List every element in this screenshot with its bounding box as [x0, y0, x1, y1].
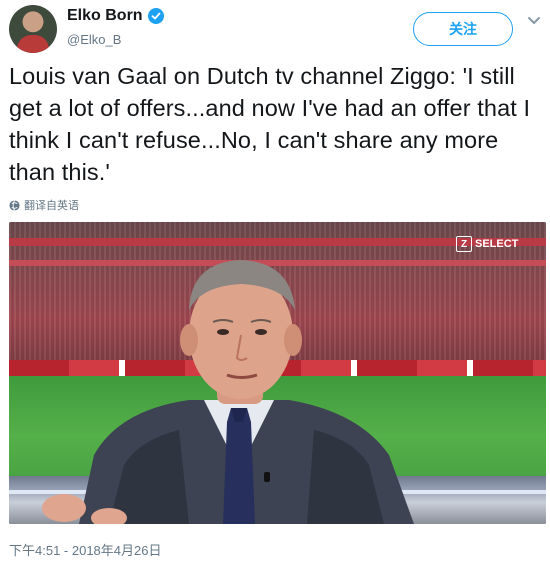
translate-link[interactable]: 翻译自英语: [9, 197, 79, 213]
presenter-figure: [42, 260, 414, 524]
channel-logo-text: SELECT: [475, 238, 519, 250]
author-name[interactable]: Elko Born: [67, 7, 164, 25]
channel-logo: Z SELECT: [456, 236, 518, 252]
tweet-media-image[interactable]: Z SELECT: [9, 222, 546, 524]
globe-icon: [9, 199, 20, 211]
tweet-header: Elko Born @Elko_B 关注: [0, 0, 550, 60]
tweet-timestamp[interactable]: 下午4:51 - 2018年4月26日: [9, 540, 161, 559]
follow-button[interactable]: 关注: [413, 12, 513, 46]
translate-label: 翻译自英语: [24, 200, 79, 212]
verified-badge-icon: [147, 8, 164, 24]
chevron-down-icon[interactable]: [527, 16, 541, 26]
author-handle[interactable]: @Elko_B: [67, 32, 121, 47]
author-name-label: Elko Born: [67, 7, 143, 24]
tweet-text: Louis van Gaal on Dutch tv channel Ziggo…: [9, 63, 531, 185]
avatar[interactable]: [9, 5, 57, 53]
